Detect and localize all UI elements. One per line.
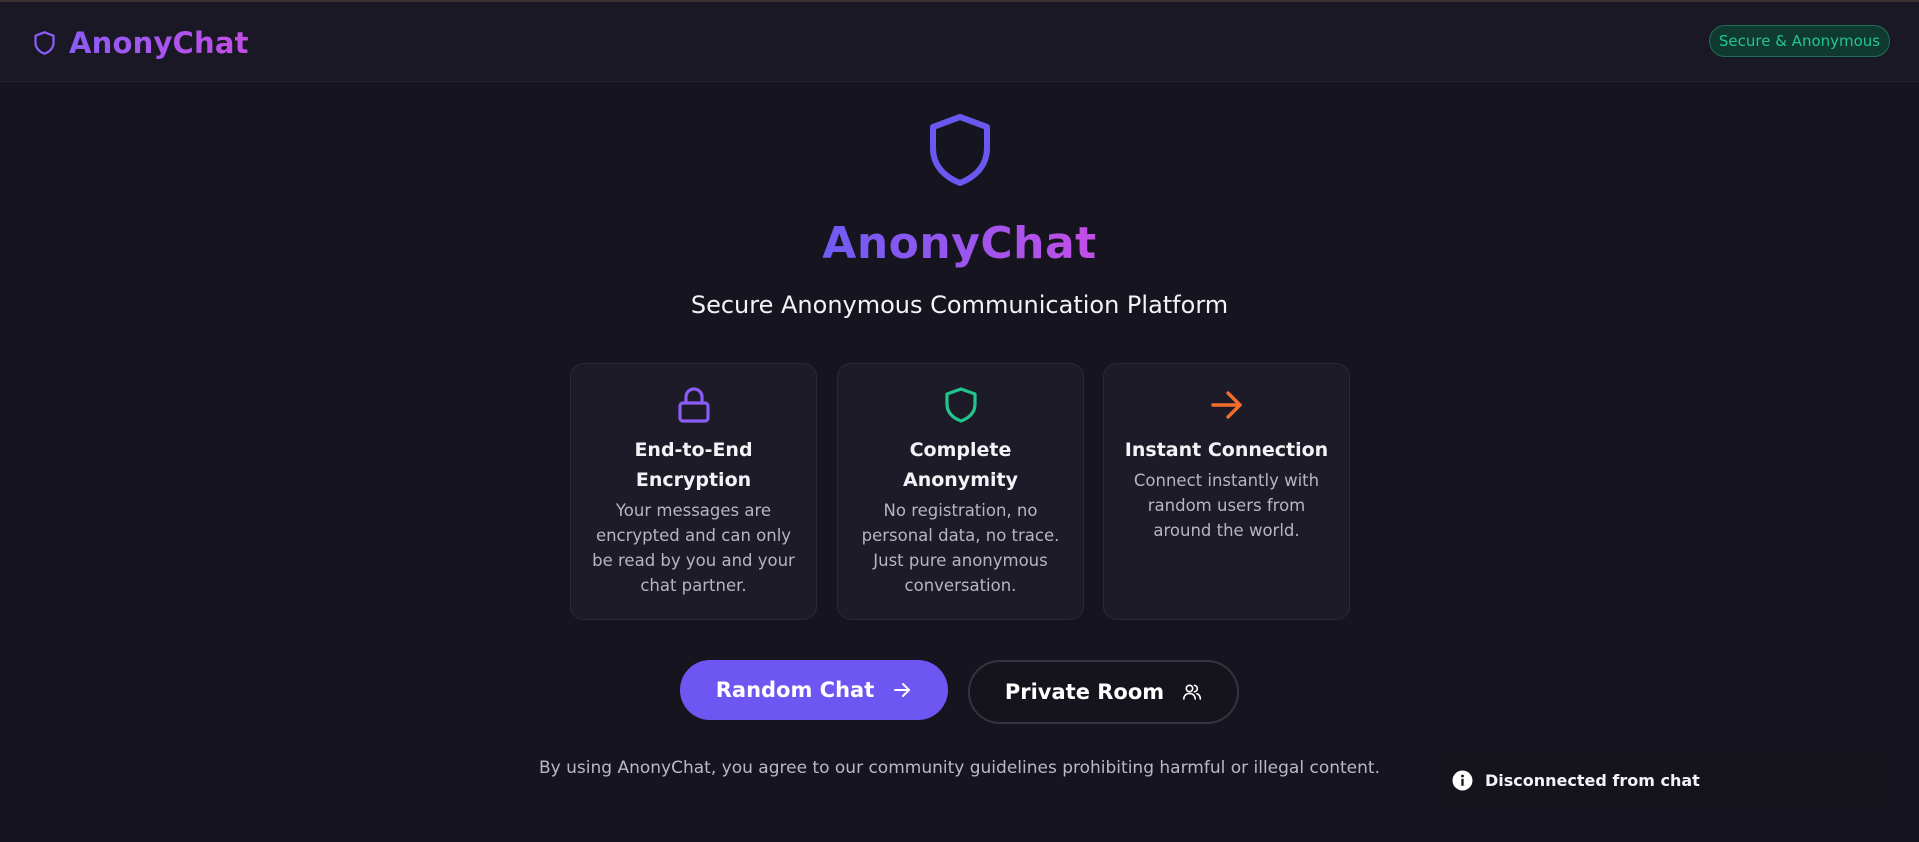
info-icon <box>1452 770 1473 791</box>
shield-icon <box>944 387 977 423</box>
top-navbar: AnonyChat Secure & Anonymous <box>0 2 1919 82</box>
arrow-right-icon <box>894 683 911 697</box>
brand-logo[interactable]: AnonyChat <box>31 26 249 60</box>
feature-description: No registration, no personal data, no tr… <box>861 501 1060 595</box>
hero-title: AnonyChat <box>822 218 1097 269</box>
secure-status-badge: Secure & Anonymous <box>1709 25 1890 57</box>
shield-icon <box>930 114 990 186</box>
private-room-button[interactable]: Private Room <box>968 660 1239 724</box>
feature-description: Your messages are encrypted and can only… <box>592 501 795 595</box>
feature-description: Connect instantly with random users from… <box>1133 471 1320 540</box>
feature-card-anonymity: Complete Anonymity No registration, no p… <box>837 363 1084 620</box>
shield-icon <box>34 31 55 55</box>
toast-message: Disconnected from chat <box>1485 771 1700 790</box>
feature-card-instant-connection: Instant Connection Connect instantly wit… <box>1103 363 1350 620</box>
users-icon <box>1183 684 1202 700</box>
arrow-right-icon <box>1210 391 1242 419</box>
feature-card-encryption: End-to-End Encryption Your messages are … <box>570 363 817 620</box>
feature-title: Instant Connection <box>1124 439 1329 461</box>
feature-title: End-to-End Encryption <box>634 439 753 491</box>
lock-icon <box>677 387 710 423</box>
random-chat-button[interactable]: Random Chat <box>680 660 948 720</box>
brand-name: AnonyChat <box>69 26 249 60</box>
feature-title: Complete Anonymity <box>903 439 1018 491</box>
hero-subtitle: Secure Anonymous Communication Platform <box>690 291 1229 319</box>
status-toast: Disconnected from chat <box>1436 753 1882 808</box>
